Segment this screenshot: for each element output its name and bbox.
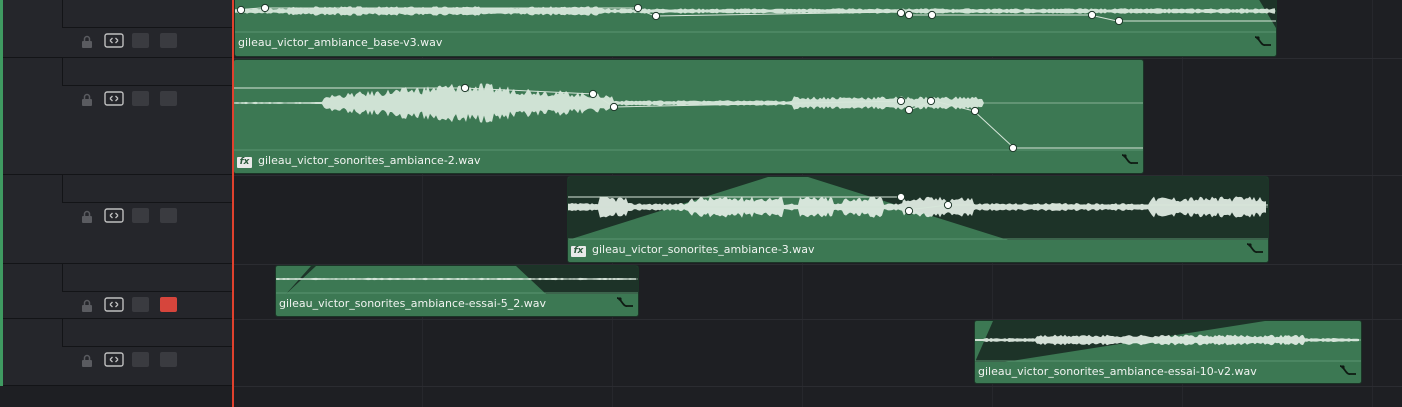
- io-routing-icon[interactable]: [104, 297, 124, 312]
- clip-name: fx gileau_victor_sonorites_ambiance-3.wav: [571, 243, 815, 257]
- keyframe-point[interactable]: [943, 200, 953, 210]
- io-routing-icon[interactable]: [104, 208, 124, 223]
- io-routing-icon[interactable]: [104, 352, 124, 367]
- clip-filename: gileau_victor_sonorites_ambiance-essai-5…: [279, 297, 547, 310]
- header-divider: [62, 27, 232, 28]
- keyframe-point[interactable]: [260, 3, 270, 13]
- audio-clip[interactable]: gileau_victor_sonorites_ambiance-essai-5…: [275, 265, 639, 317]
- timeline-root: gileau_victor_ambiance_base-v3.wav fx gile…: [0, 0, 1402, 407]
- solo-button[interactable]: [132, 33, 149, 48]
- fx-badge[interactable]: fx: [571, 246, 586, 257]
- track-header-a4[interactable]: [3, 264, 232, 319]
- mute-button[interactable]: [160, 91, 177, 106]
- clip-filename: gileau_victor_sonorites_ambiance-2.wav: [258, 154, 481, 167]
- io-routing-icon[interactable]: [104, 91, 124, 106]
- header-divider: [62, 58, 63, 85]
- clip-name: gileau_victor_ambiance_base-v3.wav: [238, 36, 442, 49]
- lock-icon[interactable]: [80, 34, 94, 48]
- header-divider: [62, 291, 232, 292]
- mute-button[interactable]: [160, 352, 177, 367]
- lock-icon[interactable]: [80, 92, 94, 106]
- clip-filename: gileau_victor_sonorites_ambiance-essai-1…: [978, 365, 1257, 378]
- header-divider: [62, 85, 232, 86]
- keyframe-point[interactable]: [236, 5, 246, 15]
- audio-clip[interactable]: fx gileau_victor_sonorites_ambiance-3.wav: [567, 176, 1269, 263]
- playhead[interactable]: [232, 0, 234, 407]
- keyframe-point[interactable]: [1087, 10, 1097, 20]
- audio-clip[interactable]: gileau_victor_ambiance_base-v3.wav: [234, 0, 1277, 57]
- curve-icon[interactable]: [616, 294, 634, 308]
- header-divider: [3, 385, 232, 386]
- header-divider: [62, 202, 232, 203]
- keyframe-point[interactable]: [904, 10, 914, 20]
- clip-name: gileau_victor_sonorites_ambiance-essai-1…: [978, 365, 1257, 378]
- keyframe-point[interactable]: [896, 96, 906, 106]
- curve-icon[interactable]: [1339, 362, 1357, 376]
- keyframe-point[interactable]: [609, 102, 619, 112]
- header-divider: [62, 319, 63, 346]
- header-divider: [62, 0, 63, 27]
- fx-badge[interactable]: fx: [237, 157, 252, 168]
- curve-icon[interactable]: [1254, 33, 1272, 47]
- solo-button[interactable]: [132, 91, 149, 106]
- track-divider: [233, 386, 1402, 387]
- lock-icon[interactable]: [80, 209, 94, 223]
- clip-filename: gileau_victor_ambiance_base-v3.wav: [238, 36, 443, 49]
- keyframe-point[interactable]: [460, 83, 470, 93]
- lock-icon[interactable]: [80, 298, 94, 312]
- curve-icon[interactable]: [1121, 151, 1139, 165]
- mute-button[interactable]: [160, 33, 177, 48]
- keyframe-point[interactable]: [633, 3, 643, 13]
- curve-icon[interactable]: [1246, 240, 1264, 254]
- keyframe-point[interactable]: [1114, 16, 1124, 26]
- header-divider: [62, 175, 63, 202]
- track-header-a5[interactable]: [3, 319, 232, 386]
- solo-button[interactable]: [132, 297, 149, 312]
- audio-clip[interactable]: gileau_victor_sonorites_ambiance-essai-1…: [974, 320, 1362, 384]
- clip-name: gileau_victor_sonorites_ambiance-essai-5…: [279, 297, 546, 310]
- keyframe-point[interactable]: [896, 192, 906, 202]
- keyframe-point[interactable]: [904, 105, 914, 115]
- keyframe-point[interactable]: [970, 106, 980, 116]
- mute-button[interactable]: [160, 297, 177, 312]
- clip-filename: gileau_victor_sonorites_ambiance-3.wav: [592, 243, 815, 256]
- keyframe-point[interactable]: [588, 89, 598, 99]
- track-header-a2[interactable]: [3, 58, 232, 175]
- keyframe-point[interactable]: [927, 10, 937, 20]
- io-routing-icon[interactable]: [104, 33, 124, 48]
- keyframe-point[interactable]: [926, 96, 936, 106]
- solo-button[interactable]: [132, 208, 149, 223]
- solo-button[interactable]: [132, 352, 149, 367]
- keyframe-point[interactable]: [896, 8, 906, 18]
- keyframe-point[interactable]: [1008, 143, 1018, 153]
- header-divider: [62, 346, 232, 347]
- header-divider: [62, 264, 63, 291]
- keyframe-point[interactable]: [651, 11, 661, 21]
- track-header-a3[interactable]: [3, 175, 232, 264]
- grid-line: [1372, 0, 1373, 407]
- lock-icon[interactable]: [80, 353, 94, 367]
- keyframe-point[interactable]: [904, 206, 914, 216]
- clip-name: fx gileau_victor_sonorites_ambiance-2.wav: [237, 154, 481, 168]
- track-header-a1[interactable]: [3, 0, 232, 58]
- audio-clip[interactable]: fx gileau_victor_sonorites_ambiance-2.wav: [233, 59, 1144, 174]
- mute-button[interactable]: [160, 208, 177, 223]
